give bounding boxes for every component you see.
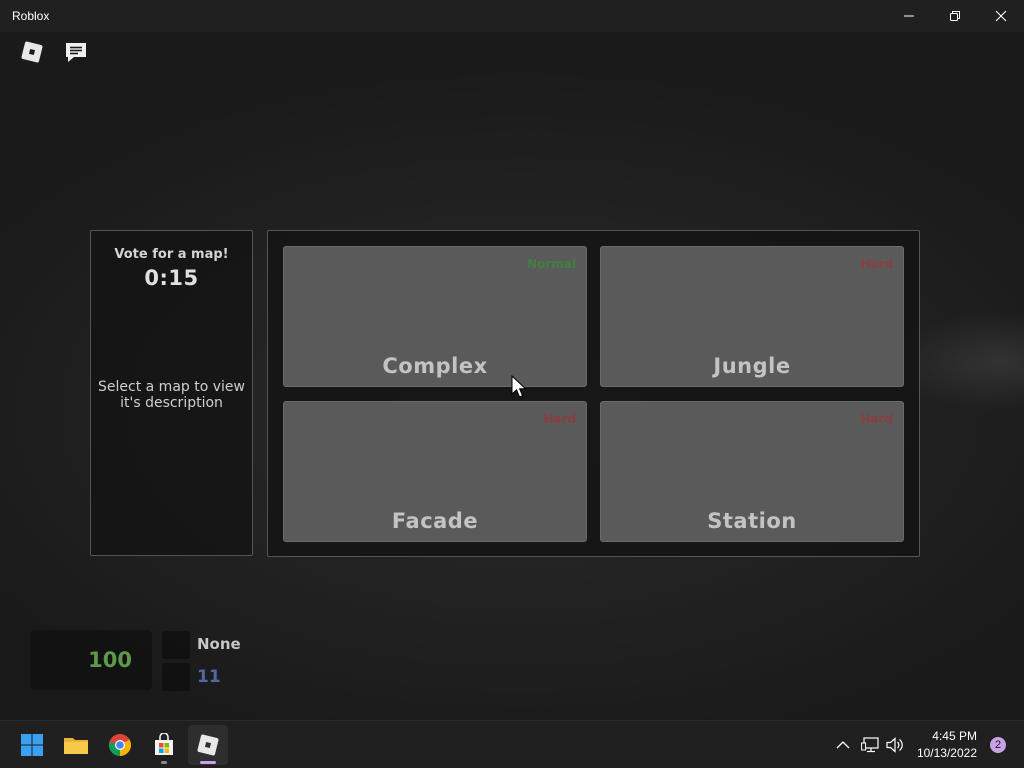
network-button[interactable] xyxy=(858,733,882,757)
money-value: 100 xyxy=(88,648,132,672)
map-name: Station xyxy=(707,509,797,533)
close-icon xyxy=(995,10,1007,22)
file-explorer-icon xyxy=(64,738,88,754)
map-card-facade[interactable]: Hard Facade xyxy=(283,401,587,542)
taskbar: 4:45 PM 10/13/2022 2 xyxy=(0,720,1024,768)
clock-time: 4:45 PM xyxy=(932,729,977,743)
map-description: Select a map to view it's description xyxy=(98,379,245,411)
map-difficulty: Hard xyxy=(860,257,893,271)
roblox-logo-icon xyxy=(21,41,43,63)
map-difficulty: Hard xyxy=(543,412,576,426)
active-app-indicator xyxy=(200,761,216,764)
vote-title: Vote for a map! xyxy=(114,247,229,262)
map-card-complex[interactable]: Normal Complex xyxy=(283,246,587,387)
map-name: Complex xyxy=(382,354,488,378)
minimize-icon xyxy=(904,15,914,17)
map-card-jungle[interactable]: Hard Jungle xyxy=(600,246,904,387)
restore-icon xyxy=(950,11,960,21)
minimize-button[interactable] xyxy=(886,0,932,32)
roblox-icon xyxy=(197,734,219,756)
volume-button[interactable] xyxy=(883,733,907,757)
window-title: Roblox xyxy=(12,9,50,23)
volume-icon xyxy=(886,737,903,753)
taskbar-chrome[interactable] xyxy=(100,725,140,765)
map-difficulty: Normal xyxy=(527,257,576,271)
taskbar-clock[interactable]: 4:45 PM 10/13/2022 xyxy=(917,728,977,762)
map-selection-panel: Normal Complex Hard Jungle Hard Facade H… xyxy=(267,230,920,557)
chat-icon xyxy=(66,43,86,62)
chevron-up-icon xyxy=(836,741,850,749)
roblox-menu-button[interactable] xyxy=(16,36,48,68)
money-display: 100 xyxy=(30,630,152,690)
window-titlebar: Roblox xyxy=(0,0,1024,32)
count-slot xyxy=(162,663,190,691)
close-button[interactable] xyxy=(978,0,1024,32)
mouse-cursor-icon xyxy=(511,375,527,398)
vote-panel: Vote for a map! 0:15 Select a map to vie… xyxy=(90,230,253,556)
restore-button[interactable] xyxy=(932,0,978,32)
map-name: Jungle xyxy=(713,354,791,378)
store-indicator xyxy=(161,761,167,764)
taskbar-file-explorer[interactable] xyxy=(56,725,96,765)
vote-timer: 0:15 xyxy=(144,266,199,290)
chat-button[interactable] xyxy=(60,36,92,68)
microsoft-store-icon xyxy=(155,733,173,755)
show-hidden-icons-button[interactable] xyxy=(831,733,855,757)
start-button[interactable] xyxy=(12,725,52,765)
status-text: None xyxy=(197,635,241,653)
map-name: Facade xyxy=(391,509,479,533)
chrome-icon xyxy=(108,734,131,756)
taskbar-roblox[interactable] xyxy=(188,725,228,765)
taskbar-microsoft-store[interactable] xyxy=(144,725,184,765)
network-icon xyxy=(861,737,879,753)
clock-date: 10/13/2022 xyxy=(916,746,977,760)
count-value: 11 xyxy=(197,667,221,687)
map-card-station[interactable]: Hard Station xyxy=(600,401,904,542)
status-slot xyxy=(162,631,190,659)
start-icon xyxy=(21,734,43,756)
map-difficulty: Hard xyxy=(860,412,893,426)
notification-badge[interactable]: 2 xyxy=(990,737,1006,753)
